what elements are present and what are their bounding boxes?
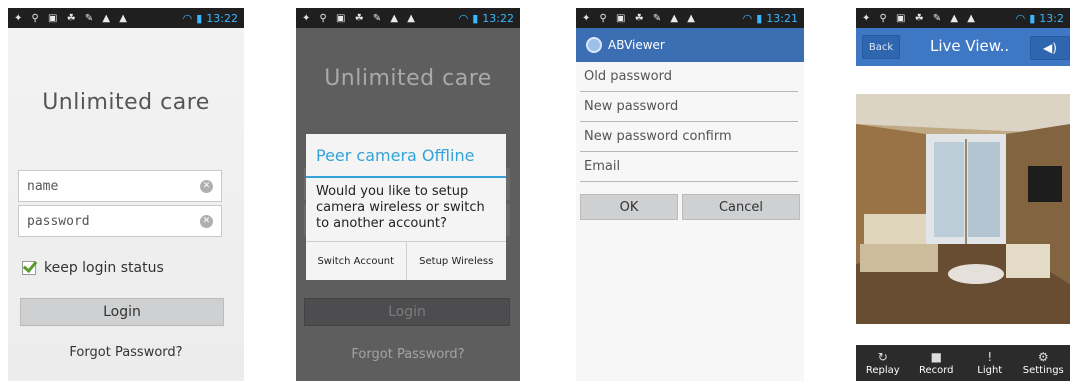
status-bar: ✦ ⚲ ▣ ☘ ✎ ▲ ▲ ◠ ▮ 13:21: [576, 8, 804, 28]
setup-wireless-button[interactable]: Setup Wireless: [405, 242, 507, 280]
bottom-toolbar: ↻ Replay ■ Record ! Light ⚙ Settings: [856, 345, 1070, 381]
replay-label: Replay: [865, 364, 900, 376]
login-button[interactable]: Login: [304, 298, 510, 326]
name-placeholder: name: [27, 178, 59, 194]
dialog-message: Would you like to setup camera wireless …: [316, 184, 485, 231]
wifi-icon: ◠: [742, 11, 753, 25]
record-label: Record: [918, 364, 954, 376]
clear-icon[interactable]: ✕: [200, 214, 213, 228]
forgot-password-link[interactable]: Forgot Password?: [8, 345, 244, 360]
back-button[interactable]: Back: [862, 35, 900, 59]
clock: 13:22: [482, 11, 514, 25]
switch-account-button[interactable]: Switch Account: [306, 242, 406, 280]
keep-login-label: keep login status: [44, 260, 164, 276]
notification-icons: ✦ ⚲ ▣ ☘ ✎ ▲ ▲: [14, 12, 130, 24]
clock: 13:22: [206, 11, 238, 25]
change-password-screen: ✦ ⚲ ▣ ☘ ✎ ▲ ▲ ◠ ▮ 13:21 ABViewer Old pas…: [576, 8, 804, 381]
settings-label: Settings: [1022, 364, 1064, 376]
action-bar: ABViewer: [576, 28, 804, 62]
notification-icons: ✦ ⚲ ▣ ☘ ✎ ▲ ▲: [582, 12, 698, 24]
password-placeholder: password: [27, 213, 90, 229]
live-view-screen: ✦ ⚲ ▣ ☘ ✎ ▲ ▲ ◠ ▮ 13:2 Back Live View.. …: [856, 8, 1070, 381]
replay-button[interactable]: ↻ Replay: [856, 345, 910, 381]
dialog-buttons: Switch Account Setup Wireless: [306, 241, 506, 280]
camera-video-feed[interactable]: [856, 94, 1070, 324]
light-button[interactable]: ! Light: [963, 345, 1017, 381]
speaker-icon[interactable]: ◀): [1030, 36, 1070, 60]
battery-icon: ▮: [196, 11, 203, 25]
wifi-icon: ◠: [458, 11, 469, 25]
password-field[interactable]: password ✕: [18, 205, 222, 237]
app-title: Unlimited care: [324, 66, 492, 91]
checkbox-checked-icon[interactable]: [22, 261, 36, 275]
old-password-field[interactable]: Old password: [580, 62, 798, 92]
living-room-image: [856, 94, 1070, 324]
record-icon: ■: [930, 349, 942, 364]
light-label: Light: [977, 364, 1003, 376]
login-button[interactable]: Login: [20, 298, 224, 326]
notification-icons: ✦ ⚲ ▣ ☘ ✎ ▲ ▲: [302, 12, 418, 24]
record-button[interactable]: ■ Record: [910, 345, 964, 381]
clock: 13:21: [766, 11, 798, 25]
dialog-title: Peer camera Offline: [306, 134, 506, 178]
keep-login-checkbox[interactable]: keep login status: [22, 260, 164, 276]
wifi-icon: ◠: [182, 11, 193, 25]
name-field[interactable]: name ✕: [18, 170, 222, 202]
new-password-confirm-field[interactable]: New password confirm: [580, 122, 798, 152]
battery-icon: ▮: [756, 11, 763, 25]
clear-icon[interactable]: ✕: [200, 179, 213, 193]
notification-icons: ✦ ⚲ ▣ ☘ ✎ ▲ ▲: [862, 12, 978, 24]
forgot-password-link[interactable]: Forgot Password?: [296, 347, 520, 362]
replay-icon: ↻: [877, 349, 888, 364]
battery-icon: ▮: [472, 11, 479, 25]
light-icon: !: [987, 349, 993, 364]
battery-icon: ▮: [1029, 11, 1036, 25]
settings-icon: ⚙: [1037, 349, 1049, 364]
status-bar: ✦ ⚲ ▣ ☘ ✎ ▲ ▲ ◠ ▮ 13:2: [856, 8, 1070, 28]
status-bar: ✦ ⚲ ▣ ☘ ✎ ▲ ▲ ◠ ▮ 13:22: [296, 8, 520, 28]
email-field[interactable]: Email: [580, 152, 798, 182]
app-name: ABViewer: [608, 38, 665, 52]
offline-dialog: Peer camera Offline Would you like to se…: [306, 134, 506, 280]
ok-button[interactable]: OK: [580, 194, 678, 220]
app-logo-icon: [586, 37, 602, 53]
clock: 13:2: [1039, 11, 1064, 25]
offline-dialog-screen: ✦ ⚲ ▣ ☘ ✎ ▲ ▲ ◠ ▮ 13:22 Unlimited care P…: [296, 8, 520, 381]
status-bar: ✦ ⚲ ▣ ☘ ✎ ▲ ▲ ◠ ▮ 13:22: [8, 8, 244, 28]
cancel-button[interactable]: Cancel: [682, 194, 800, 220]
login-screen: ✦ ⚲ ▣ ☘ ✎ ▲ ▲ ◠ ▮ 13:22 Unlimited care n…: [8, 8, 244, 381]
settings-button[interactable]: ⚙ Settings: [1017, 345, 1070, 381]
wifi-icon: ◠: [1015, 11, 1026, 25]
page-title: Live View..: [930, 37, 1010, 55]
new-password-field[interactable]: New password: [580, 92, 798, 122]
live-view-toolbar: Back Live View.. ◀): [856, 28, 1070, 66]
app-title: Unlimited care: [42, 90, 210, 115]
